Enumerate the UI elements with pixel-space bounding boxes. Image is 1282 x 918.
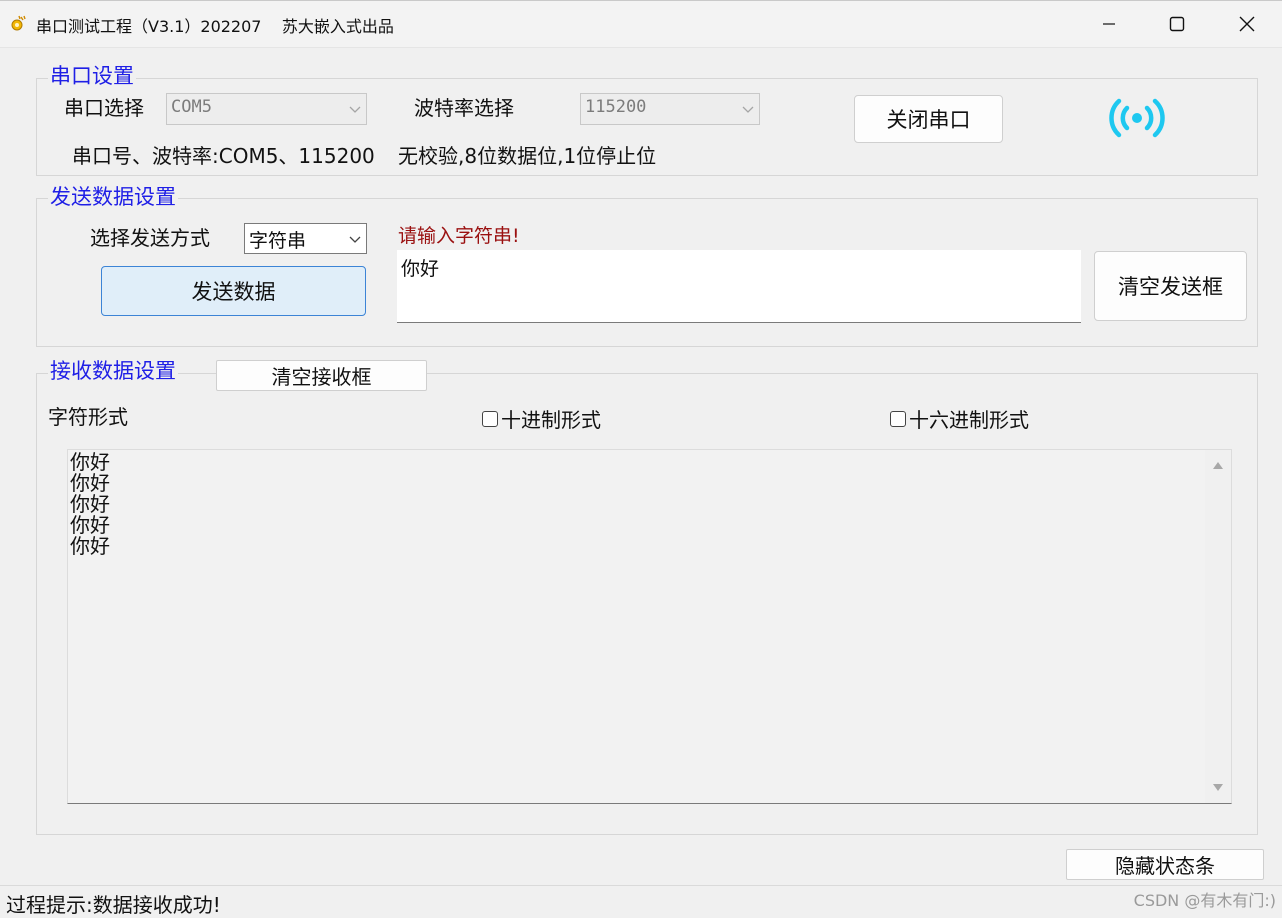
close-icon bbox=[1239, 16, 1255, 32]
app-icon bbox=[11, 15, 26, 31]
vertical-scrollbar[interactable] bbox=[1205, 450, 1231, 803]
status-text: 过程提示:数据接收成功! bbox=[6, 893, 221, 917]
main-window: 串口测试工程（V3.1）202207 苏大嵌入式出品 串口设置 串口选择 COM… bbox=[0, 0, 1282, 917]
hex-format-checkbox[interactable]: 十六进制形式 bbox=[890, 404, 1029, 433]
input-hint: 请输入字符串! bbox=[398, 225, 520, 247]
port-info-text: 串口号、波特率:COM5、115200 bbox=[72, 144, 375, 168]
send-text-input[interactable]: 你好 bbox=[397, 250, 1081, 323]
port-label: 串口选择 bbox=[64, 96, 144, 120]
chevron-down-icon bbox=[349, 236, 361, 243]
chevron-down-icon bbox=[349, 106, 361, 113]
decimal-format-checkbox[interactable]: 十进制形式 bbox=[482, 404, 601, 433]
maximize-icon bbox=[1169, 16, 1185, 32]
receive-line: 你好 bbox=[70, 513, 110, 537]
minimize-button[interactable] bbox=[1074, 1, 1144, 47]
port-select-value: COM5 bbox=[171, 97, 212, 117]
checkbox-box bbox=[890, 410, 906, 427]
status-bar-divider bbox=[0, 885, 1282, 886]
char-format-label: 字符形式 bbox=[48, 405, 128, 429]
port-select[interactable]: COM5 bbox=[166, 93, 367, 125]
send-mode-label: 选择发送方式 bbox=[90, 226, 210, 250]
window-title: 串口测试工程（V3.1）202207 苏大嵌入式出品 bbox=[36, 17, 394, 36]
hex-format-label: 十六进制形式 bbox=[909, 408, 1029, 432]
scroll-up-icon[interactable] bbox=[1212, 460, 1224, 470]
baud-select-value: 115200 bbox=[585, 97, 647, 117]
receive-line: 你好 bbox=[70, 534, 110, 558]
receive-line: 你好 bbox=[70, 471, 110, 495]
signal-broadcast-icon bbox=[1109, 98, 1165, 138]
clear-send-button[interactable]: 清空发送框 bbox=[1094, 251, 1247, 321]
watermark: CSDN @有木有门:) bbox=[1133, 891, 1276, 910]
receive-line: 你好 bbox=[70, 450, 110, 474]
hide-status-bar-button[interactable]: 隐藏状态条 bbox=[1066, 849, 1264, 880]
send-settings-title: 发送数据设置 bbox=[48, 184, 178, 210]
maximize-button[interactable] bbox=[1142, 1, 1212, 47]
receive-settings-title: 接收数据设置 bbox=[48, 358, 178, 384]
clear-receive-button[interactable]: 清空接收框 bbox=[216, 360, 427, 391]
serial-settings-title: 串口设置 bbox=[48, 63, 136, 89]
baud-label: 波特率选择 bbox=[414, 96, 514, 120]
send-mode-select[interactable]: 字符串 bbox=[244, 223, 367, 254]
close-button[interactable] bbox=[1212, 1, 1282, 47]
title-bar[interactable]: 串口测试工程（V3.1）202207 苏大嵌入式出品 bbox=[0, 1, 1282, 48]
decimal-format-label: 十进制形式 bbox=[501, 408, 601, 432]
scroll-down-icon[interactable] bbox=[1212, 783, 1224, 793]
send-mode-value: 字符串 bbox=[249, 230, 307, 252]
minimize-icon bbox=[1103, 23, 1115, 25]
baud-select[interactable]: 115200 bbox=[580, 93, 760, 125]
chevron-down-icon bbox=[742, 106, 754, 113]
receive-line: 你好 bbox=[70, 492, 110, 516]
close-port-button[interactable]: 关闭串口 bbox=[854, 95, 1003, 143]
receive-lines: 你好 你好 你好 你好 你好 bbox=[70, 452, 110, 557]
receive-text-area[interactable]: 你好 你好 你好 你好 你好 bbox=[67, 449, 1232, 804]
format-info-text: 无校验,8位数据位,1位停止位 bbox=[398, 144, 657, 168]
send-data-button[interactable]: 发送数据 bbox=[101, 266, 366, 316]
checkbox-box bbox=[482, 410, 498, 427]
